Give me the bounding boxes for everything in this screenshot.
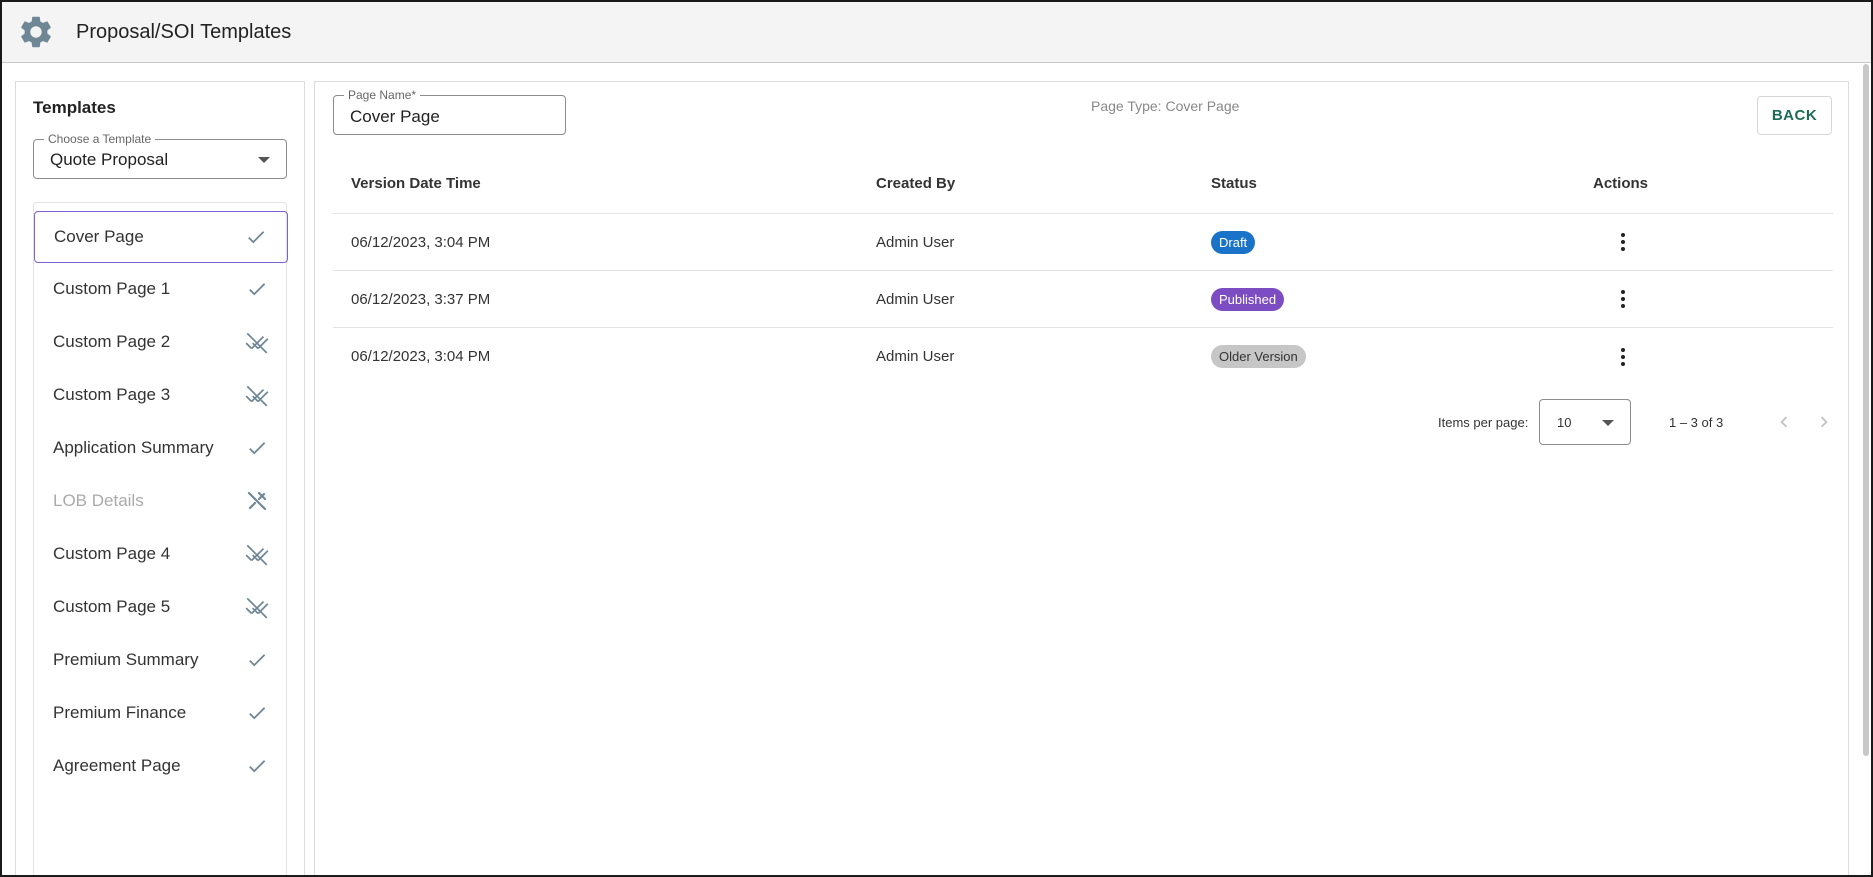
page-item-custom-page-4[interactable]: Custom Page 4 xyxy=(34,528,288,580)
actions-cell xyxy=(1611,214,1635,270)
status-badge-draft: Draft xyxy=(1211,230,1256,254)
status-badge-older-version: Older Version xyxy=(1211,345,1306,368)
template-select-value: Quote Proposal xyxy=(50,150,169,169)
table-row: 06/12/2023, 3:04 PM Admin User Draft xyxy=(333,214,1833,271)
page-item-premium-summary[interactable]: Premium Summary xyxy=(34,634,288,686)
page-item-label: Custom Page 1 xyxy=(53,279,171,298)
status-cell: Published xyxy=(1211,271,1285,327)
page-item-custom-page-1[interactable]: Custom Page 1 xyxy=(34,263,288,315)
versions-table: Version Date Time Created By Status Acti… xyxy=(333,154,1833,385)
chevron-left-icon[interactable] xyxy=(1771,409,1797,435)
table-row: 06/12/2023, 3:37 PM Admin User Published xyxy=(333,271,1833,328)
page-item-agreement-page[interactable]: Agreement Page xyxy=(34,740,288,792)
page-name-value: Cover Page xyxy=(350,107,440,126)
version-cell: 06/12/2023, 3:37 PM xyxy=(351,290,491,308)
vertical-scrollbar[interactable] xyxy=(1863,64,1869,756)
page-item-label: Premium Summary xyxy=(53,650,199,669)
created-by-cell: Admin User xyxy=(876,290,955,308)
check-icon xyxy=(244,700,270,726)
page-item-label: Cover Page xyxy=(54,227,144,246)
created-by-cell: Admin User xyxy=(876,233,955,251)
back-button[interactable]: BACK xyxy=(1757,96,1832,135)
check-icon xyxy=(244,276,270,302)
page-item-label: Premium Finance xyxy=(53,703,187,722)
page-item-lob-details: LOB Details xyxy=(34,475,288,527)
page-item-custom-page-2[interactable]: Custom Page 2 xyxy=(34,316,288,368)
app-window: Proposal/SOI Templates Templates Choose … xyxy=(0,0,1873,877)
version-cell: 06/12/2023, 3:04 PM xyxy=(351,233,491,251)
check-icon xyxy=(244,753,270,779)
items-per-page-select[interactable]: 10 xyxy=(1539,399,1631,445)
page-item-label: Agreement Page xyxy=(53,756,181,775)
paginator: Items per page: 10 1 – 3 of 3 xyxy=(333,399,1833,445)
template-select-label: Choose a Template xyxy=(44,132,156,146)
app-title: Proposal/SOI Templates xyxy=(76,20,292,43)
column-header-status[interactable]: Status xyxy=(1211,154,1257,213)
app-header: Proposal/SOI Templates xyxy=(2,2,1871,63)
version-cell: 06/12/2023, 3:04 PM xyxy=(351,348,491,365)
page-item-label: Custom Page 4 xyxy=(53,544,171,563)
items-per-page-value: 10 xyxy=(1557,415,1572,430)
version-panel: Page Name* Cover Page Page Type: Cover P… xyxy=(314,81,1849,875)
remove-done-icon xyxy=(244,594,270,620)
remove-done-icon xyxy=(244,541,270,567)
check-icon xyxy=(243,224,269,250)
remove-done-icon xyxy=(244,382,270,408)
page-range-label: 1 – 3 of 3 xyxy=(1669,415,1724,430)
edit-off-icon xyxy=(244,488,270,514)
table-header: Version Date Time Created By Status Acti… xyxy=(333,154,1833,214)
status-badge-published: Published xyxy=(1211,287,1285,311)
caret-down-icon xyxy=(1602,420,1614,426)
more-vert-icon[interactable] xyxy=(1611,345,1635,369)
caret-down-icon xyxy=(258,157,270,163)
page-item-label: Custom Page 2 xyxy=(53,332,171,351)
page-item-cover-page[interactable]: Cover Page xyxy=(34,211,288,263)
actions-cell xyxy=(1611,271,1635,327)
more-vert-icon[interactable] xyxy=(1611,230,1635,254)
column-header-actions: Actions xyxy=(1593,175,1649,192)
column-header-created-by[interactable]: Created By xyxy=(876,154,955,213)
column-header-version[interactable]: Version Date Time xyxy=(351,154,481,213)
page-type-label: Page Type: Cover Page xyxy=(1091,98,1240,114)
page-item-label: Custom Page 5 xyxy=(53,597,171,616)
chevron-right-icon[interactable] xyxy=(1811,409,1837,435)
page-item-application-summary[interactable]: Application Summary xyxy=(34,422,288,474)
page-item-label: Application Summary xyxy=(53,438,214,457)
check-icon xyxy=(244,435,270,461)
actions-cell xyxy=(1611,328,1635,385)
panel-title: Templates xyxy=(33,98,116,117)
page-list: Cover Page Custom Page 1 Custom Page 2 C… xyxy=(33,202,288,875)
page-item-custom-page-5[interactable]: Custom Page 5 xyxy=(34,581,288,633)
page-name-field[interactable]: Page Name* Cover Page xyxy=(333,88,566,135)
template-select[interactable]: Choose a Template Quote Proposal xyxy=(33,132,287,179)
items-per-page-label: Items per page: xyxy=(1438,415,1529,430)
templates-panel: Templates Choose a Template Quote Propos… xyxy=(15,81,305,875)
gear-icon xyxy=(17,13,55,51)
page-item-label: LOB Details xyxy=(53,491,144,510)
page-item-premium-finance[interactable]: Premium Finance xyxy=(34,687,288,739)
page-item-label: Custom Page 3 xyxy=(53,385,171,404)
check-icon xyxy=(244,647,270,673)
remove-done-icon xyxy=(244,329,270,355)
page-name-label: Page Name* xyxy=(344,88,421,102)
more-vert-icon[interactable] xyxy=(1611,287,1635,311)
page-item-custom-page-3[interactable]: Custom Page 3 xyxy=(34,369,288,421)
created-by-cell: Admin User xyxy=(876,348,955,365)
status-cell: Draft xyxy=(1211,214,1256,270)
table-row: 06/12/2023, 3:04 PM Admin User Older Ver… xyxy=(333,328,1833,385)
status-cell: Older Version xyxy=(1211,328,1306,385)
